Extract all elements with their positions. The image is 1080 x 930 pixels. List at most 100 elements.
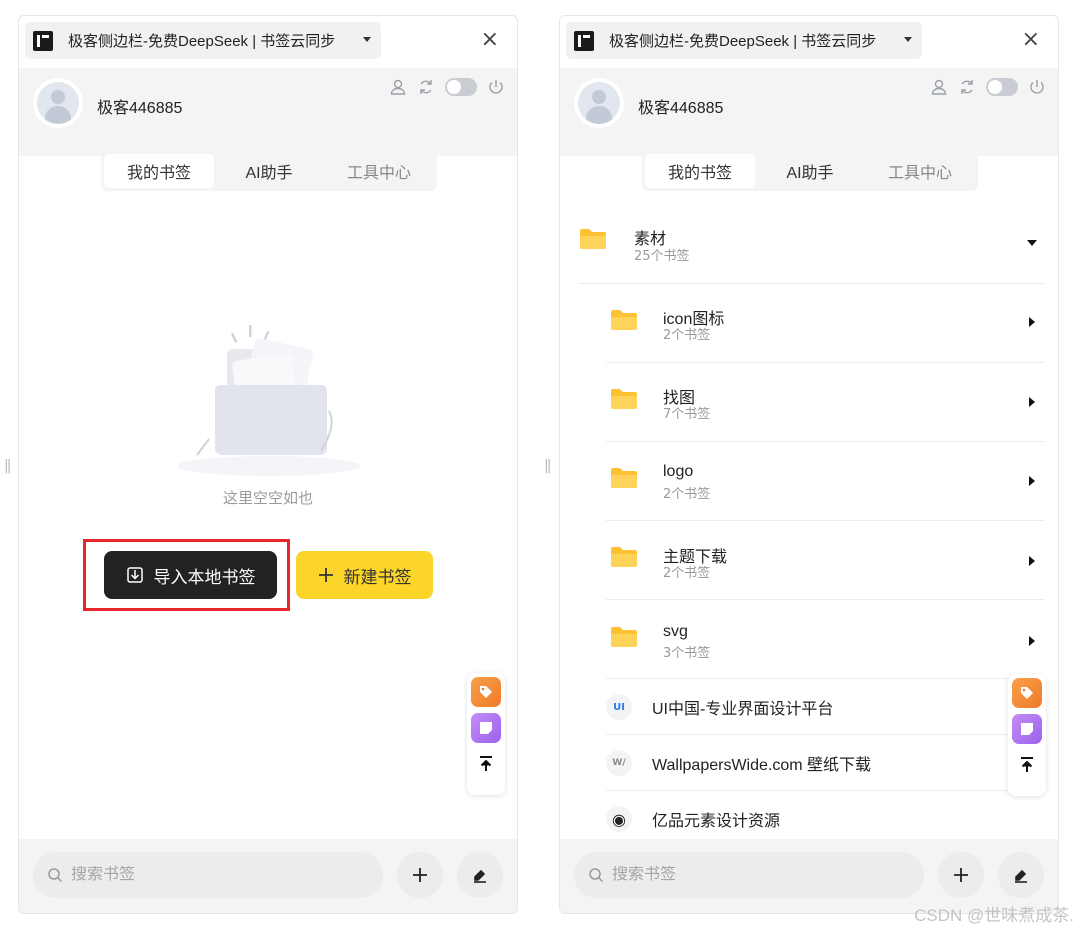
globe-icon: ◉ <box>606 806 632 832</box>
sidebar-panel-bookmarks: 极客侧边栏-免费DeepSeek | 书签云同步 × 极客446885 我的书签… <box>559 15 1059 914</box>
floating-toolbar <box>467 673 505 795</box>
chevron-right-icon <box>1029 636 1035 646</box>
back-to-top-icon[interactable] <box>1012 750 1042 780</box>
edit-button[interactable] <box>998 852 1044 898</box>
extension-title: 极客侧边栏-免费DeepSeek | 书签云同步 <box>609 33 877 50</box>
site-favicon: W/ <box>606 750 632 776</box>
user-header: 极客446885 <box>19 68 517 156</box>
divider <box>606 520 1044 521</box>
note-icon[interactable] <box>1012 714 1042 744</box>
edit-button[interactable] <box>457 852 503 898</box>
bookmark-row[interactable]: ◉ 亿品元素设计资源 <box>606 791 1046 846</box>
avatar[interactable] <box>574 78 624 128</box>
tab-tool-center[interactable]: 工具中心 <box>324 154 434 188</box>
theme-toggle[interactable] <box>445 78 477 96</box>
main-tabs: 我的书签 AI助手 工具中心 <box>642 151 978 191</box>
tab-tool-center[interactable]: 工具中心 <box>865 154 975 188</box>
extension-select[interactable]: 极客侧边栏-免费DeepSeek | 书签云同步 <box>25 22 381 59</box>
back-to-top-icon[interactable] <box>471 749 501 779</box>
bookmark-row[interactable]: UI UI中国-专业界面设计平台 <box>606 679 1046 734</box>
username: 极客446885 <box>97 100 183 117</box>
plus-icon <box>954 868 968 882</box>
floating-toolbar <box>1008 674 1046 796</box>
divider <box>606 441 1044 442</box>
folder-icon <box>580 229 606 249</box>
folder-icon <box>611 310 637 330</box>
tab-my-bookmarks[interactable]: 我的书签 <box>645 154 755 188</box>
tab-ai-assistant[interactable]: AI助手 <box>755 154 865 188</box>
folder-count: 25个书签 <box>634 249 690 264</box>
import-local-bookmarks-button[interactable]: 导入本地书签 <box>104 551 277 599</box>
sync-icon[interactable] <box>958 78 976 96</box>
folder-count: 2个书签 <box>663 487 711 502</box>
empty-text: 这里空空如也 <box>222 489 313 507</box>
split-handle[interactable]: || <box>544 458 552 474</box>
power-icon[interactable] <box>1028 78 1046 96</box>
tab-ai-assistant[interactable]: AI助手 <box>214 154 324 188</box>
user-header: 极客446885 <box>560 68 1058 156</box>
bookmark-row[interactable]: W/ WallpapersWide.com 壁纸下载 <box>606 735 1046 790</box>
search-input[interactable] <box>71 866 351 884</box>
extension-title: 极客侧边栏-免费DeepSeek | 书签云同步 <box>68 33 336 50</box>
folder-icon <box>611 389 637 409</box>
divider <box>578 283 1044 284</box>
note-icon[interactable] <box>471 713 501 743</box>
folder-count: 2个书签 <box>663 328 711 343</box>
folder-icon <box>611 627 637 647</box>
power-icon[interactable] <box>487 78 505 96</box>
user-icon[interactable] <box>930 78 948 96</box>
plus-icon <box>318 568 333 582</box>
empty-folder-illustration <box>177 325 361 476</box>
tag-icon[interactable] <box>1012 678 1042 708</box>
chevron-down-icon <box>1027 240 1037 246</box>
add-button[interactable] <box>938 852 984 898</box>
close-button[interactable]: × <box>481 29 499 51</box>
bookmark-label: 亿品元素设计资源 <box>652 813 781 830</box>
search-input[interactable] <box>612 866 892 884</box>
tab-my-bookmarks[interactable]: 我的书签 <box>104 154 214 188</box>
tag-icon[interactable] <box>471 677 501 707</box>
user-icon[interactable] <box>389 78 407 96</box>
app-icon <box>574 30 594 51</box>
titlebar: 极客侧边栏-免费DeepSeek | 书签云同步 × <box>566 22 1052 60</box>
username: 极客446885 <box>638 100 724 117</box>
search-box[interactable] <box>574 852 924 898</box>
search-box[interactable] <box>33 852 383 898</box>
close-button[interactable]: × <box>1022 29 1040 51</box>
new-bookmark-label: 新建书签 <box>343 567 412 588</box>
folder-icon <box>611 547 637 567</box>
import-icon <box>126 567 143 583</box>
watermark: CSDN @世味煮成茶. <box>914 906 1074 925</box>
edit-icon <box>474 869 486 883</box>
folder-count: 7个书签 <box>663 407 711 422</box>
folder-count: 2个书签 <box>663 566 711 581</box>
caret-down-icon <box>904 37 912 42</box>
site-favicon: UI <box>606 694 632 720</box>
folder-count: 3个书签 <box>663 646 711 661</box>
chevron-right-icon <box>1029 556 1035 566</box>
bookmark-label: UI中国-专业界面设计平台 <box>652 701 834 718</box>
titlebar: 极客侧边栏-免费DeepSeek | 书签云同步 × <box>25 22 511 60</box>
extension-select[interactable]: 极客侧边栏-免费DeepSeek | 书签云同步 <box>566 22 922 59</box>
edit-icon <box>1015 869 1027 883</box>
search-icon <box>589 868 604 883</box>
split-handle[interactable]: || <box>4 458 12 474</box>
caret-down-icon <box>363 37 371 42</box>
add-button[interactable] <box>397 852 443 898</box>
import-label: 导入本地书签 <box>153 567 256 588</box>
sync-icon[interactable] <box>417 78 435 96</box>
plus-icon <box>413 868 427 882</box>
bottom-bar <box>19 839 517 913</box>
sidebar-panel-empty: 极客侧边栏-免费DeepSeek | 书签云同步 × 极客446885 我的书签… <box>18 15 518 914</box>
theme-toggle[interactable] <box>986 78 1018 96</box>
search-icon <box>48 868 63 883</box>
new-bookmark-button[interactable]: 新建书签 <box>296 551 433 599</box>
app-icon <box>33 30 53 51</box>
main-tabs: 我的书签 AI助手 工具中心 <box>101 151 437 191</box>
folder-icon <box>611 468 637 488</box>
chevron-right-icon <box>1029 397 1035 407</box>
divider <box>606 362 1044 363</box>
avatar[interactable] <box>33 78 83 128</box>
divider <box>606 599 1044 600</box>
folder-name: logo <box>663 463 694 480</box>
